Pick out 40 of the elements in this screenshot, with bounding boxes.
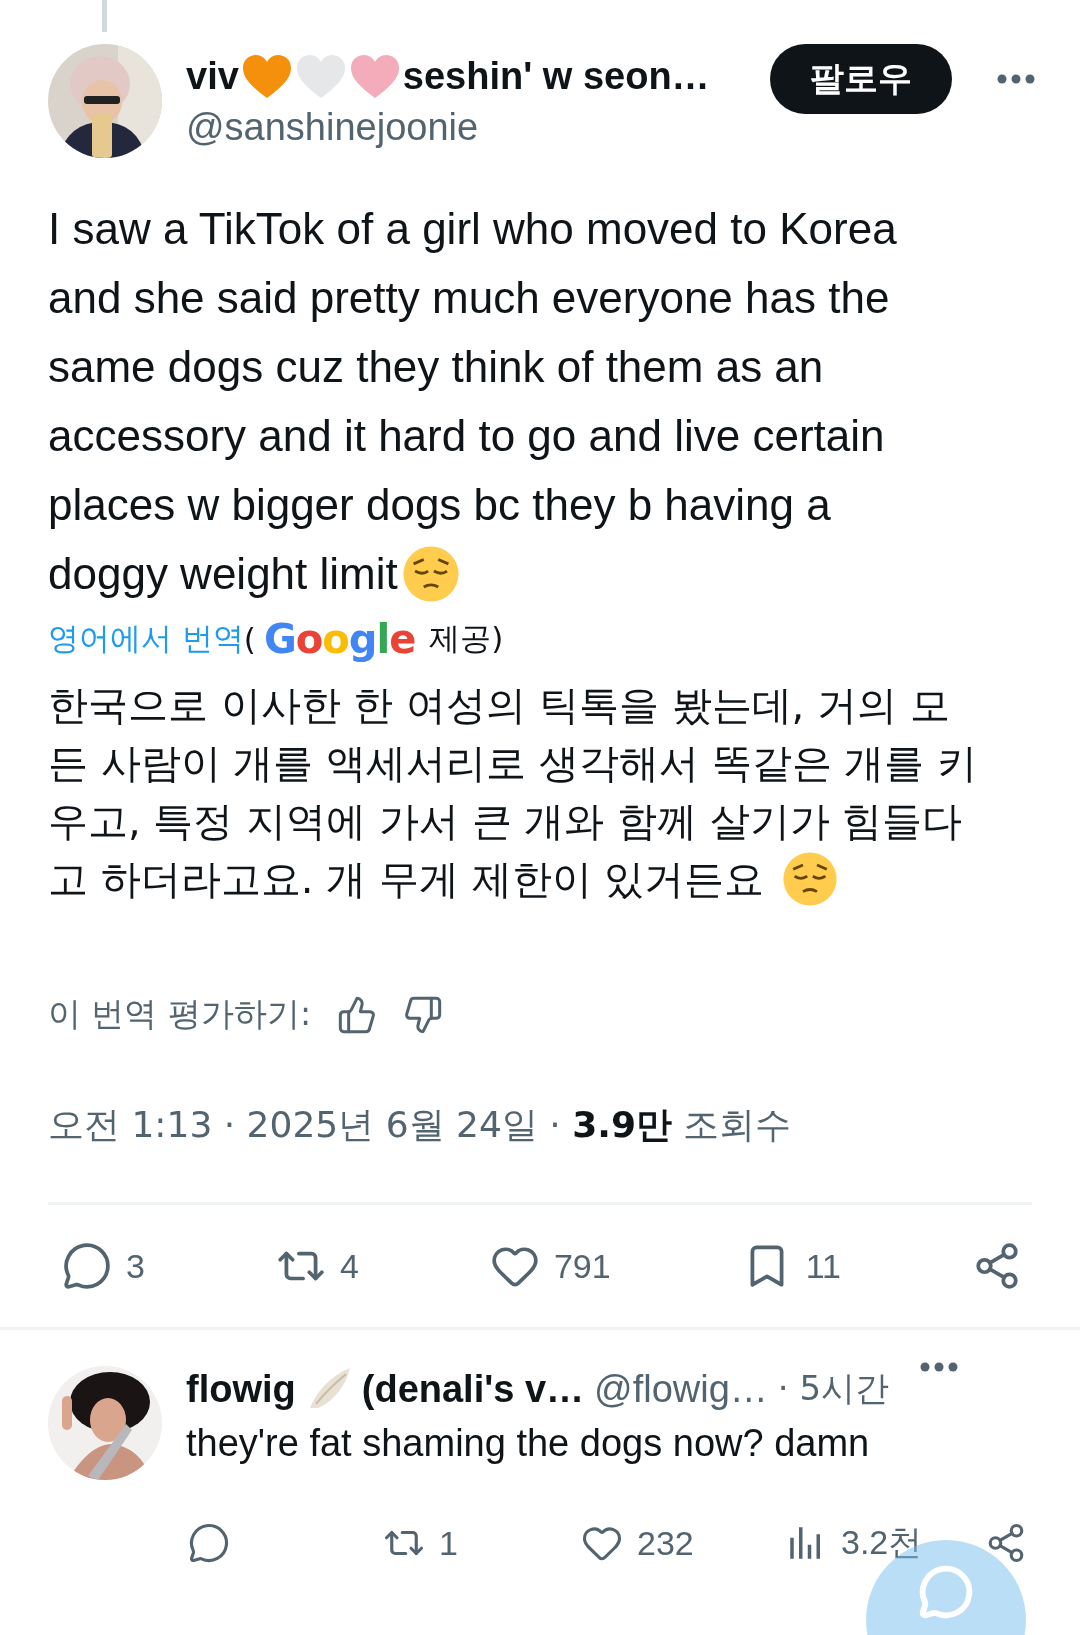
retweet-button[interactable]: 1	[383, 1522, 581, 1564]
display-name: flowig	[186, 1367, 296, 1411]
more-icon[interactable]	[919, 1361, 960, 1373]
follow-button[interactable]: 팔로우	[770, 44, 952, 114]
timestamp-views: 오전 1:13 · 2025년 6월 24일 · 3.9만 조회수	[48, 1104, 792, 1145]
tweet-text-line: doggy weight limit	[48, 548, 398, 600]
rate-translation-label: 이 번역 평가하기:	[48, 993, 312, 1035]
tweet-text-line: places w bigger dogs bc they b having a	[48, 479, 831, 531]
reply-icon	[188, 1522, 230, 1564]
provider-text: 제공)	[429, 619, 504, 658]
retweet-button[interactable]: 4	[275, 1241, 359, 1291]
like-button[interactable]: 232	[581, 1522, 785, 1564]
pensive-face-icon	[782, 851, 839, 907]
user-handle: @sanshinejoonie	[186, 105, 480, 149]
google-logo: Google	[263, 616, 416, 662]
translated-text-line: 한국으로 이사한 한 여성의 틱톡을 봤는데, 거의 모	[48, 681, 950, 730]
tweet-text-line: same dogs cuz they think of them as an	[48, 341, 824, 393]
display-name: (denali's v…	[361, 1367, 585, 1411]
translated-text-line: 우고, 특정 지역에 가서 큰 개와 함께 살기가 힘들다	[48, 797, 963, 846]
display-name: seshin' w seon…	[402, 55, 710, 98]
reply-icon	[62, 1241, 112, 1291]
more-icon[interactable]	[996, 73, 1036, 85]
paren-text: (	[243, 621, 256, 657]
user-handle: @flowig…	[594, 1367, 768, 1411]
translated-text-line: 든 사람이 개를 액세서리로 생각해서 똑같은 개를 키	[48, 739, 977, 788]
translated-text-line: 고 하더라고요. 개 무게 제한이 있거든요	[48, 855, 765, 904]
reply-icon	[918, 1564, 974, 1620]
tweet-text-line: and she said pretty much everyone has the	[48, 272, 890, 324]
reply-button[interactable]: 3	[62, 1241, 145, 1291]
thumbs-up-icon[interactable]	[337, 994, 378, 1035]
thumbs-down-icon[interactable]	[403, 994, 444, 1035]
tweet-text-line: accessory and it hard to go and live certain	[48, 410, 885, 462]
pensive-face-icon	[401, 544, 460, 603]
reply-text: they're fat shaming the dogs now? damn	[186, 1422, 871, 1465]
bookmark-button[interactable]: 11	[741, 1241, 841, 1291]
views-button[interactable]: 3.2천	[785, 1520, 985, 1566]
post-time: · 5시간	[777, 1367, 890, 1410]
display-name: viv	[186, 55, 239, 98]
like-button[interactable]: 791	[489, 1241, 611, 1291]
tweet-text-line: I saw a TikTok of a girl who moved to Korea	[48, 203, 897, 255]
